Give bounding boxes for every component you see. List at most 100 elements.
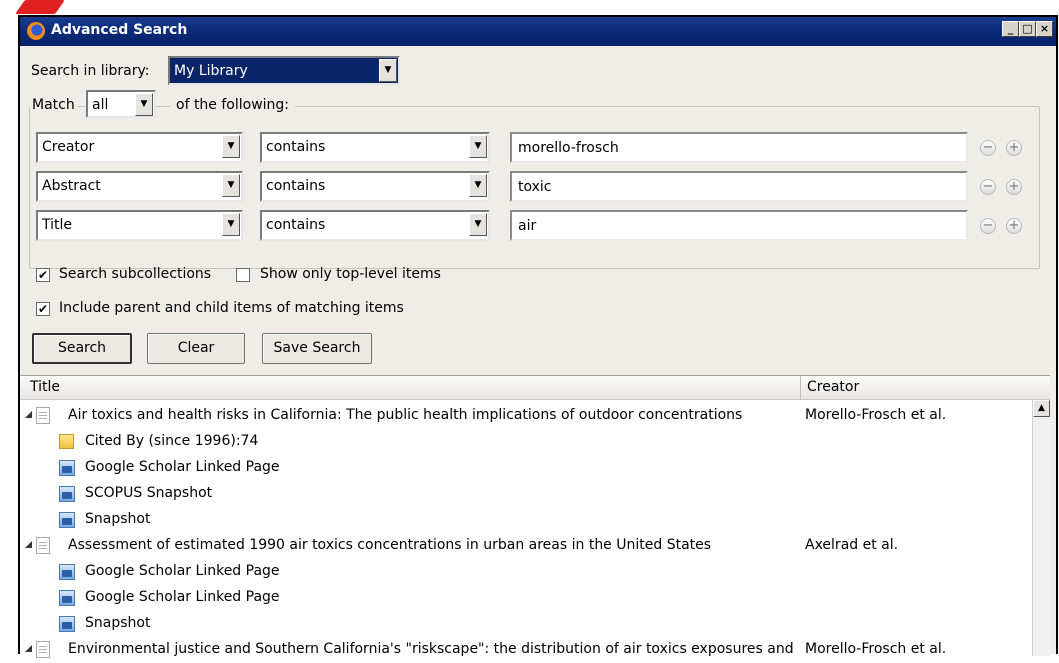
item-creator: Morello-Frosch et al. [805, 641, 947, 657]
column-header-creator[interactable]: Creator [807, 379, 859, 395]
dropdown-arrow-icon[interactable]: ▼ [135, 93, 153, 116]
match-suffix-label: of the following: [170, 97, 296, 113]
column-header-title[interactable]: Title [30, 379, 60, 395]
results-header: Title Creator [20, 376, 1050, 400]
dropdown-arrow-icon[interactable]: ▼ [469, 135, 487, 158]
include-parent-child-label: Include parent and child items of matchi… [59, 300, 404, 316]
advanced-search-window: Advanced Search _ □ × Search in library:… [18, 15, 1058, 658]
condition-value-text: morello-frosch [518, 140, 619, 156]
dropdown-arrow-icon[interactable]: ▼ [222, 213, 240, 236]
item-creator: Axelrad et al. [805, 537, 899, 553]
condition-operator-value: contains [266, 139, 326, 155]
snapshot-icon [59, 590, 75, 606]
library-select-value: My Library [174, 63, 248, 79]
top-level-only-label: Show only top-level items [260, 266, 441, 282]
snapshot-icon [59, 616, 75, 632]
child-attachment-row[interactable]: Google Scholar Linked Page [20, 455, 1032, 481]
result-item-row[interactable]: Environmental justice and Southern Calif… [20, 637, 1032, 663]
item-creator: Morello-Frosch et al. [805, 407, 947, 423]
expanded-twisty-icon[interactable] [25, 411, 32, 418]
remove-condition-button[interactable]: − [980, 140, 996, 156]
snapshot-icon [59, 564, 75, 580]
result-item-row[interactable]: Assessment of estimated 1990 air toxics … [20, 533, 1032, 559]
child-title: Google Scholar Linked Page [85, 563, 280, 579]
match-prefix-label: Match [30, 97, 77, 113]
close-button[interactable]: × [1036, 21, 1053, 37]
condition-field-value: Creator [42, 139, 95, 155]
firefox-logo-icon [27, 22, 45, 40]
condition-field-value: Title [42, 217, 73, 233]
note-icon [59, 434, 74, 449]
child-title: Cited By (since 1996):74 [85, 433, 259, 449]
child-attachment-row[interactable]: Google Scholar Linked Page [20, 559, 1032, 585]
condition-field-select[interactable]: Abstract ▼ [36, 171, 243, 202]
condition-field-value: Abstract [42, 178, 101, 194]
remove-condition-button[interactable]: − [980, 218, 996, 234]
document-icon [36, 407, 50, 424]
document-icon [36, 641, 50, 658]
condition-value-text: toxic [518, 179, 552, 195]
snapshot-icon [59, 512, 75, 528]
condition-operator-select[interactable]: contains ▼ [260, 132, 490, 163]
child-attachment-row[interactable]: SCOPUS Snapshot [20, 481, 1032, 507]
child-attachment-row[interactable]: Google Scholar Linked Page [20, 585, 1032, 611]
condition-value-input[interactable]: toxic [510, 171, 968, 202]
remove-condition-button[interactable]: − [980, 179, 996, 195]
dropdown-arrow-icon[interactable]: ▼ [469, 213, 487, 236]
add-condition-button[interactable]: + [1006, 179, 1022, 195]
maximize-button[interactable]: □ [1019, 21, 1036, 37]
results-tree: Title Creator Air toxics and health risk… [20, 375, 1050, 658]
library-select[interactable]: My Library ▼ [168, 56, 400, 85]
dropdown-arrow-icon[interactable]: ▼ [222, 135, 240, 158]
save-search-button[interactable]: Save Search [262, 333, 372, 364]
red-arrow-annotation [15, 0, 65, 14]
add-condition-button[interactable]: + [1006, 218, 1022, 234]
expanded-twisty-icon[interactable] [25, 541, 32, 548]
condition-operator-select[interactable]: contains ▼ [260, 171, 490, 202]
include-parent-child-checkbox[interactable]: ✔ [36, 302, 50, 316]
result-item-row[interactable]: Air toxics and health risks in Californi… [20, 403, 1032, 429]
child-title: Snapshot [85, 511, 151, 527]
child-attachment-row[interactable]: Snapshot [20, 611, 1032, 637]
vertical-scrollbar[interactable]: ▲ [1032, 400, 1050, 656]
clear-button[interactable]: Clear [147, 333, 245, 364]
snapshot-icon [59, 460, 75, 476]
conditions-group: Match all ▼ of the following: Creator ▼ … [29, 90, 1040, 269]
match-mode-value: all [92, 97, 109, 113]
window-title: Advanced Search [51, 22, 188, 38]
dropdown-arrow-icon[interactable]: ▼ [222, 174, 240, 197]
item-title: Assessment of estimated 1990 air toxics … [68, 537, 712, 553]
child-attachment-row[interactable]: Snapshot [20, 507, 1032, 533]
dropdown-arrow-icon[interactable]: ▼ [469, 174, 487, 197]
child-title: Snapshot [85, 615, 151, 631]
expanded-twisty-icon[interactable] [25, 645, 32, 652]
condition-field-select[interactable]: Creator ▼ [36, 132, 243, 163]
child-note-row[interactable]: Cited By (since 1996):74 [20, 429, 1032, 455]
child-title: SCOPUS Snapshot [85, 485, 213, 501]
item-title: Air toxics and health risks in Californi… [68, 407, 743, 423]
minimize-button[interactable]: _ [1002, 21, 1019, 37]
dropdown-arrow-icon[interactable]: ▼ [379, 59, 397, 82]
add-condition-button[interactable]: + [1006, 140, 1022, 156]
child-title: Google Scholar Linked Page [85, 589, 280, 605]
search-subcollections-label: Search subcollections [59, 266, 212, 282]
condition-operator-value: contains [266, 178, 326, 194]
condition-field-select[interactable]: Title ▼ [36, 210, 243, 241]
condition-value-input[interactable]: air [510, 210, 968, 241]
search-subcollections-checkbox[interactable]: ✔ [36, 268, 50, 282]
item-title: Environmental justice and Southern Calif… [68, 641, 794, 657]
document-icon [36, 537, 50, 554]
match-mode-select[interactable]: all ▼ [86, 90, 156, 118]
condition-operator-value: contains [266, 217, 326, 233]
child-title: Google Scholar Linked Page [85, 459, 280, 475]
column-separator[interactable] [800, 376, 801, 400]
top-level-only-checkbox[interactable] [236, 268, 250, 282]
condition-value-text: air [518, 218, 537, 234]
search-in-library-label: Search in library: [31, 63, 150, 79]
snapshot-icon [59, 486, 75, 502]
condition-value-input[interactable]: morello-frosch [510, 132, 968, 163]
scroll-up-arrow-icon[interactable]: ▲ [1033, 400, 1050, 417]
condition-operator-select[interactable]: contains ▼ [260, 210, 490, 241]
search-button[interactable]: Search [32, 333, 132, 364]
title-bar: Advanced Search _ □ × [20, 17, 1056, 46]
